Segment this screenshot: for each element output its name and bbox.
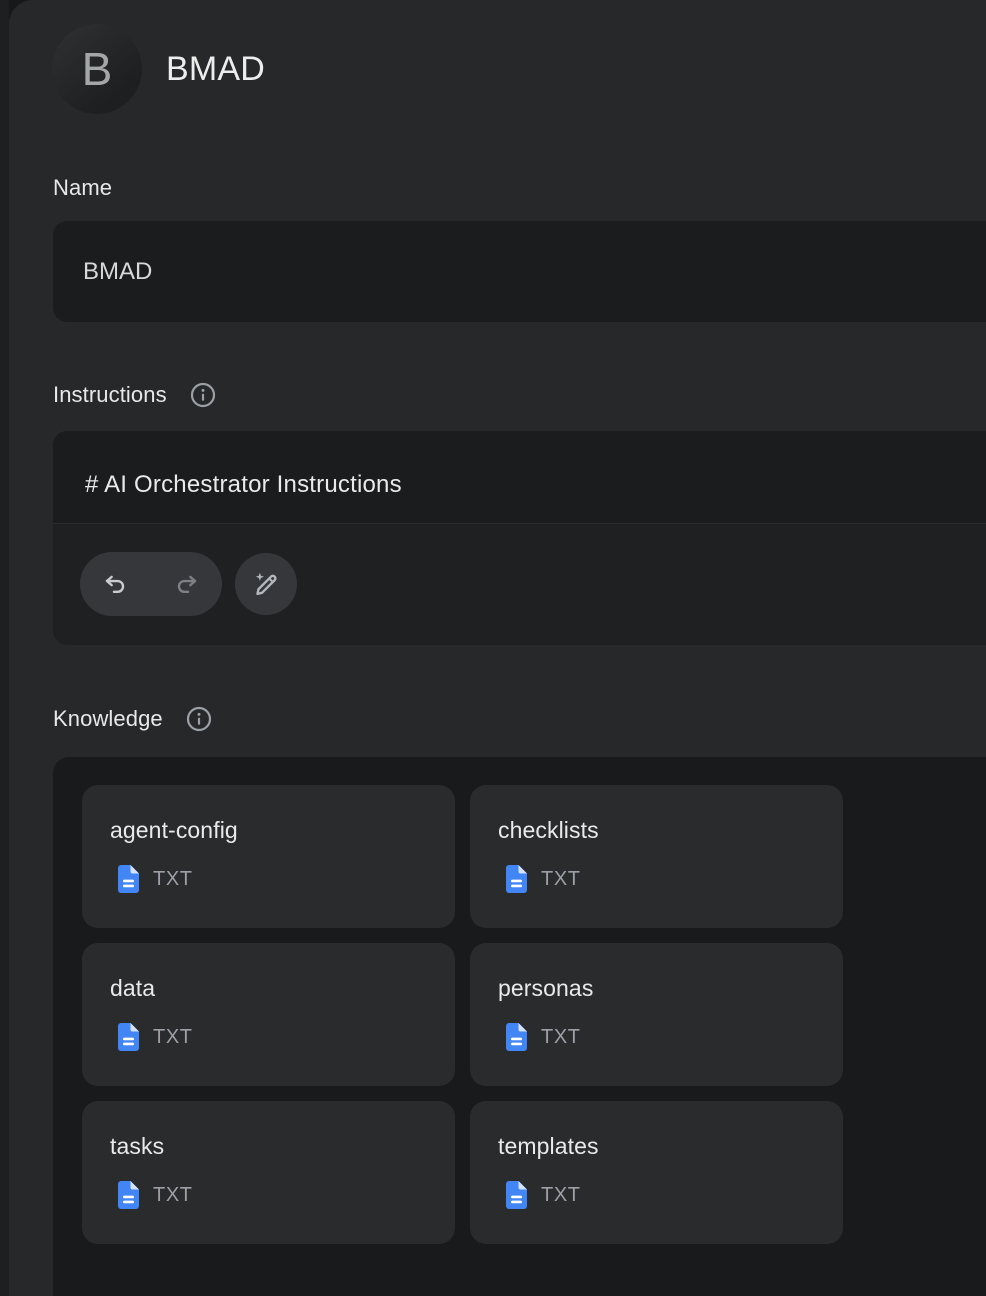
instructions-label-row: Instructions	[53, 381, 217, 409]
gem-editor-panel: B BMAD Name Instructions # AI Orchestrat…	[9, 0, 986, 1296]
background-edge-strip	[0, 0, 9, 1296]
file-type-badge: TXT	[153, 867, 193, 891]
file-type-badge: TXT	[541, 1025, 581, 1049]
file-meta-row: TXT	[506, 865, 581, 893]
undo-redo-group	[80, 552, 222, 616]
instructions-editor[interactable]: # AI Orchestrator Instructions	[53, 431, 986, 645]
page-title: BMAD	[166, 50, 265, 88]
file-meta-row: TXT	[118, 1181, 193, 1209]
file-type-badge: TXT	[153, 1025, 193, 1049]
blue-document-icon	[118, 1181, 139, 1209]
avatar-letter: B	[82, 46, 113, 92]
file-type-badge: TXT	[153, 1183, 193, 1207]
file-name: agent-config	[110, 817, 238, 844]
instructions-label: Instructions	[53, 382, 167, 408]
instructions-text[interactable]: # AI Orchestrator Instructions	[85, 470, 986, 500]
knowledge-info-icon[interactable]	[185, 705, 213, 733]
file-type-badge: TXT	[541, 867, 581, 891]
file-name: tasks	[110, 1133, 164, 1160]
name-label: Name	[53, 175, 112, 201]
knowledge-label-row: Knowledge	[53, 705, 213, 733]
knowledge-panel: agent-config TXT checklists	[53, 757, 986, 1296]
knowledge-file-card[interactable]: data TXT	[82, 943, 455, 1086]
knowledge-files-grid: agent-config TXT checklists	[82, 785, 843, 1244]
knowledge-label: Knowledge	[53, 706, 163, 732]
redo-arrow-icon	[173, 571, 200, 598]
knowledge-file-card[interactable]: personas TXT	[470, 943, 843, 1086]
file-name: data	[110, 975, 155, 1002]
file-name: personas	[498, 975, 593, 1002]
blue-document-icon	[118, 865, 139, 893]
knowledge-file-card[interactable]: tasks TXT	[82, 1101, 455, 1244]
file-name: checklists	[498, 817, 599, 844]
undo-button[interactable]	[80, 552, 151, 616]
blue-document-icon	[506, 865, 527, 893]
redo-button[interactable]	[151, 552, 222, 616]
file-meta-row: TXT	[506, 1181, 581, 1209]
file-name: templates	[498, 1133, 599, 1160]
file-meta-row: TXT	[118, 1023, 193, 1051]
instructions-info-icon[interactable]	[189, 381, 217, 409]
undo-arrow-icon	[102, 571, 129, 598]
name-input[interactable]	[53, 221, 986, 322]
knowledge-file-card[interactable]: agent-config TXT	[82, 785, 455, 928]
instructions-toolbar	[80, 552, 297, 616]
blue-document-icon	[118, 1023, 139, 1051]
name-label-row: Name	[53, 175, 112, 201]
file-meta-row: TXT	[118, 865, 193, 893]
rewrite-with-ai-button[interactable]	[235, 553, 297, 615]
blue-document-icon	[506, 1181, 527, 1209]
file-meta-row: TXT	[506, 1023, 581, 1051]
knowledge-file-card[interactable]: checklists TXT	[470, 785, 843, 928]
knowledge-file-card[interactable]: templates TXT	[470, 1101, 843, 1244]
file-type-badge: TXT	[541, 1183, 581, 1207]
magic-pencil-sparkle-icon	[251, 569, 281, 599]
avatar: B	[52, 24, 142, 114]
blue-document-icon	[506, 1023, 527, 1051]
